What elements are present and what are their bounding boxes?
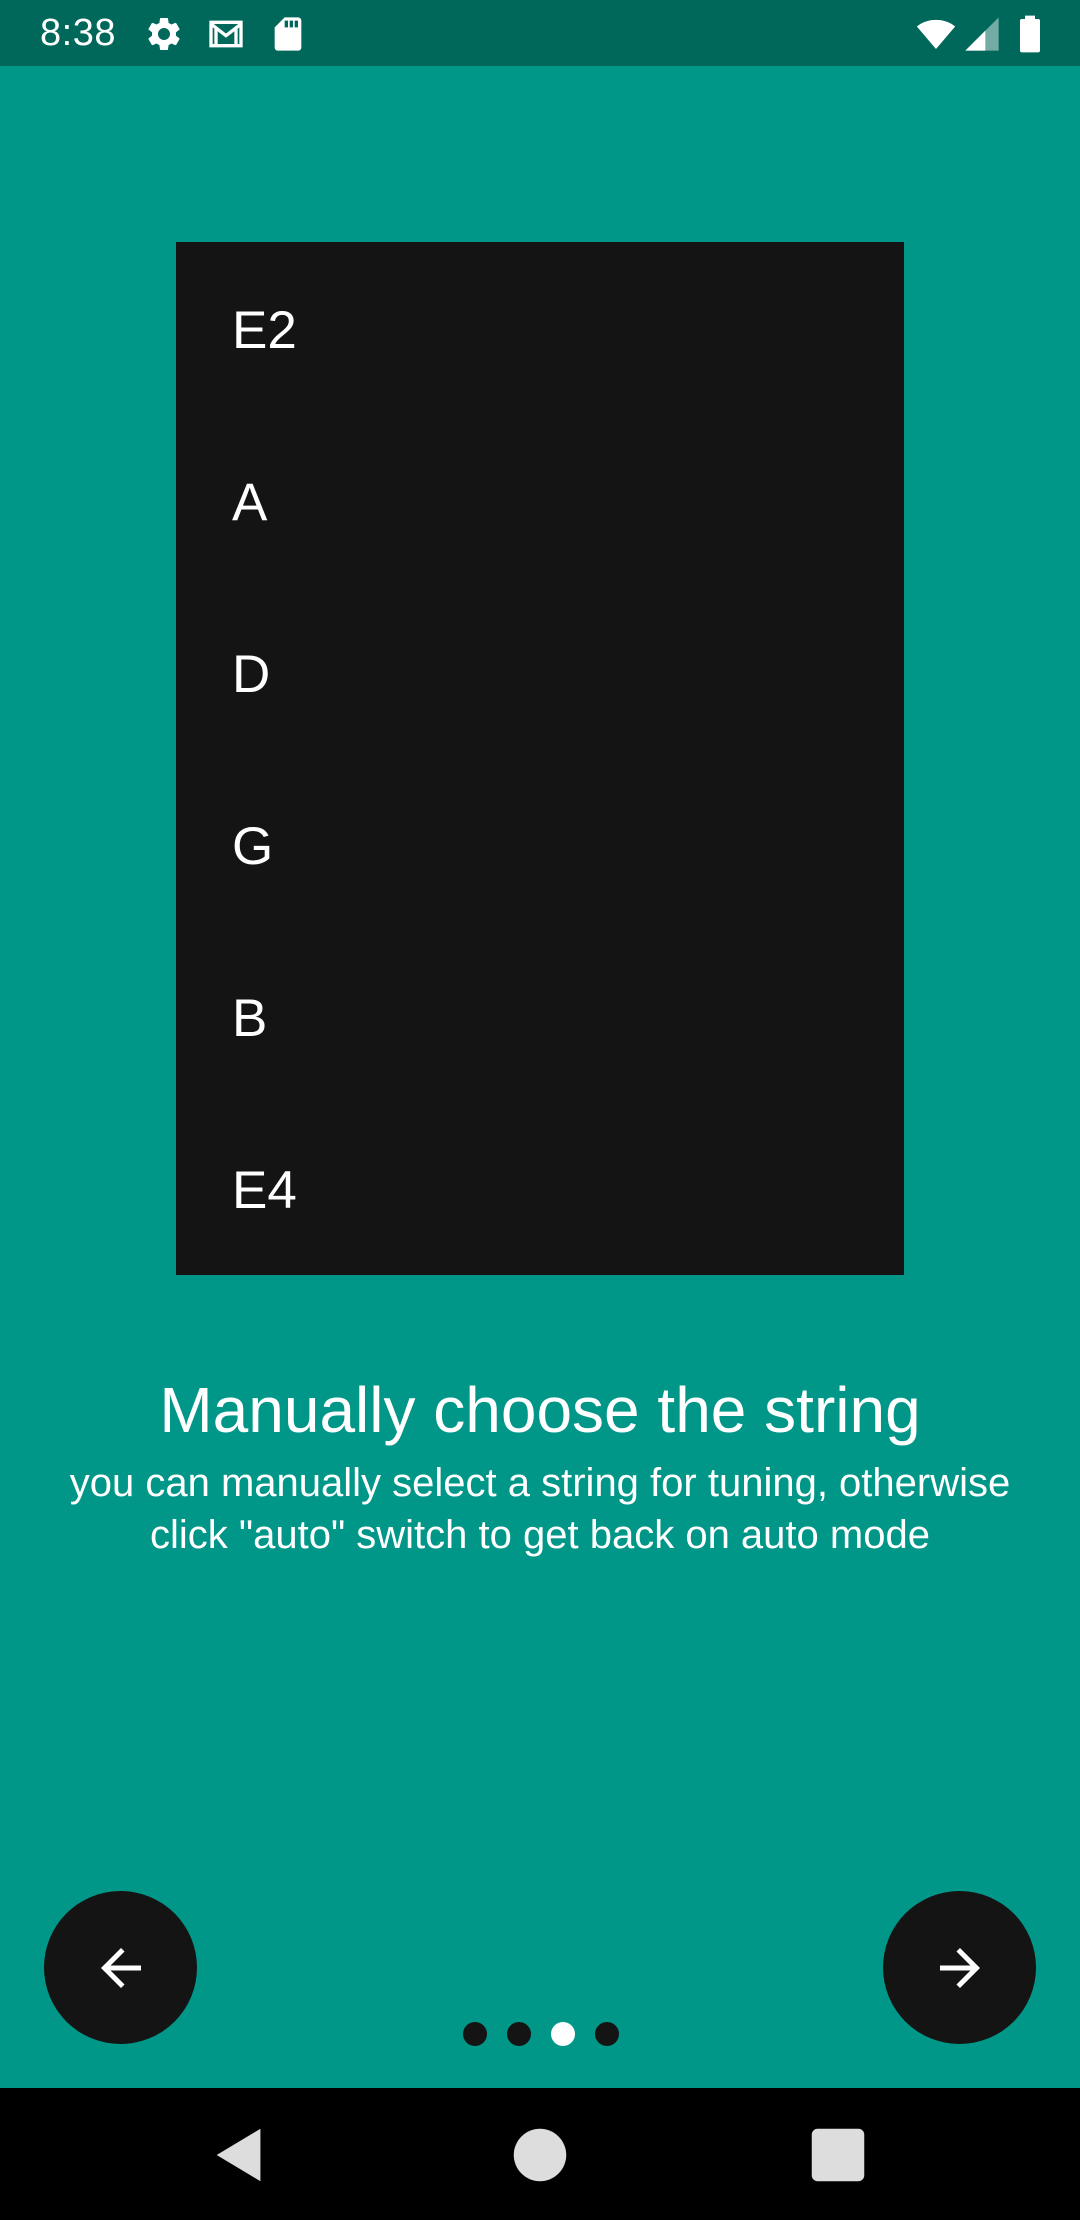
status-time: 8:38	[40, 12, 116, 54]
string-item-g: G	[232, 817, 274, 876]
string-item-e2: E2	[232, 301, 297, 360]
page-indicator	[0, 2022, 1080, 2046]
string-preview-panel: E2 A D G B E4	[176, 242, 904, 1275]
string-item-d: D	[232, 645, 271, 704]
home-circle-icon[interactable]	[505, 2120, 575, 2190]
arrow-left-icon	[100, 1947, 141, 1988]
string-item-e4: E4	[232, 1161, 297, 1220]
page-dot-3-active[interactable]	[551, 2022, 575, 2046]
battery-icon	[1012, 14, 1048, 54]
wifi-icon	[914, 14, 958, 54]
sd-card-icon	[268, 14, 308, 54]
string-item-a: A	[232, 473, 268, 532]
page-dot-4[interactable]	[595, 2022, 619, 2046]
recents-square-icon[interactable]	[803, 2120, 873, 2190]
back-triangle-icon[interactable]	[205, 2120, 275, 2190]
string-item-b: B	[232, 989, 268, 1048]
page-dot-2[interactable]	[507, 2022, 531, 2046]
arrow-right-icon	[939, 1947, 980, 1988]
system-navigation-bar	[0, 2088, 1080, 2220]
cellular-signal-icon	[962, 14, 1002, 54]
page-description: you can manually select a string for tun…	[69, 1461, 1011, 1557]
gear-icon	[144, 14, 184, 54]
page-dot-1[interactable]	[463, 2022, 487, 2046]
page-title: Manually choose the string	[159, 1374, 921, 1446]
gmail-icon	[204, 14, 248, 54]
status-bar: 8:38	[0, 0, 1080, 66]
